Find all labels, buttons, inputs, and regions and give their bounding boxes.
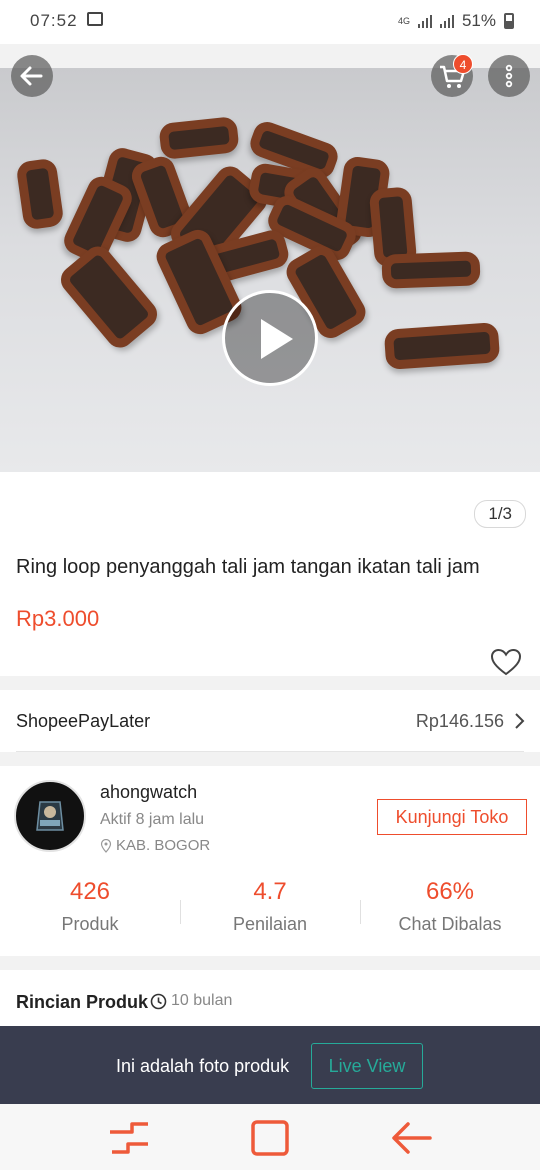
live-view-button[interactable]: Live View	[311, 1043, 423, 1089]
clock-icon	[150, 993, 167, 1009]
chevron-right-icon	[515, 713, 525, 729]
signal-icon	[439, 14, 454, 28]
shop-avatar[interactable]	[14, 780, 86, 852]
stat-chat-response[interactable]: 66% Chat Dibalas	[360, 878, 540, 935]
stat-rating[interactable]: 4.7 Penilaian	[180, 878, 360, 935]
battery-icon	[504, 13, 514, 29]
status-indicators: 4G 51%	[398, 11, 514, 31]
shop-location-text: KAB. BOGOR	[116, 837, 211, 854]
signal-icon	[417, 14, 432, 28]
image-counter: 1/3	[474, 500, 526, 528]
product-photo-loop	[158, 116, 240, 160]
product-info: 1/3 Ring loop penyanggah tali jam tangan…	[0, 472, 540, 676]
paylater-row[interactable]: ShopeePayLater Rp146.156	[0, 690, 540, 752]
play-icon[interactable]	[222, 290, 318, 386]
recent-apps-icon[interactable]	[108, 1120, 152, 1156]
battery-percent: 51%	[461, 11, 496, 30]
details-time-text: 10 bulan	[171, 992, 233, 1009]
product-photo-loop	[383, 322, 501, 370]
shop-card: ahongwatch Aktif 8 jam lalu KAB. BOGOR K…	[0, 766, 540, 956]
status-time: 07:52	[30, 11, 78, 30]
system-nav-bar	[0, 1104, 540, 1170]
stat-value: 426	[69, 878, 111, 905]
stat-label: Produk	[61, 914, 119, 934]
image-icon	[87, 12, 103, 26]
stat-value: 4.7	[253, 878, 287, 905]
product-photo-loop	[381, 251, 481, 289]
vertical-dots-icon	[505, 64, 513, 88]
stat-label: Penilaian	[232, 914, 308, 934]
home-icon[interactable]	[249, 1118, 291, 1158]
network-type: 4G	[397, 16, 410, 26]
shop-active-status: Aktif 8 jam lalu	[100, 811, 205, 828]
back-button[interactable]	[11, 55, 53, 97]
location-pin-icon	[100, 838, 112, 853]
product-price: Rp3.000	[16, 606, 100, 631]
details-title: Rincian Produk	[16, 992, 149, 1012]
status-bar: 07:52 4G 51%	[0, 0, 540, 44]
paylater-amount: Rp146.156	[415, 711, 504, 731]
shop-location: KAB. BOGOR	[100, 837, 210, 854]
paylater-label: ShopeePayLater	[16, 711, 151, 731]
heart-outline-icon[interactable]	[489, 647, 523, 677]
shop-name[interactable]: ahongwatch	[100, 782, 197, 803]
stat-products[interactable]: 426 Produk	[0, 878, 180, 935]
product-details-header: Rincian Produk 10 bulan	[0, 970, 540, 1030]
product-media[interactable]	[0, 68, 540, 472]
shop-logo-icon	[36, 801, 64, 831]
stat-label: Chat Dibalas	[398, 914, 502, 934]
cart-badge: 4	[453, 54, 473, 74]
visit-shop-button[interactable]: Kunjungi Toko	[377, 799, 527, 835]
product-title: Ring loop penyanggah tali jam tangan ika…	[16, 556, 480, 578]
product-photo-loop	[15, 157, 65, 231]
product-photo-loop	[55, 240, 163, 354]
stat-value: 66%	[425, 878, 475, 905]
live-banner-text: Ini adalah foto produk	[116, 1056, 290, 1076]
divider	[16, 751, 524, 752]
more-options-button[interactable]	[488, 55, 530, 97]
arrow-left-icon	[20, 66, 43, 86]
details-time: 10 bulan	[150, 992, 232, 1010]
back-nav-icon[interactable]	[388, 1118, 434, 1158]
live-view-banner: Ini adalah foto produk Live View	[0, 1026, 540, 1104]
